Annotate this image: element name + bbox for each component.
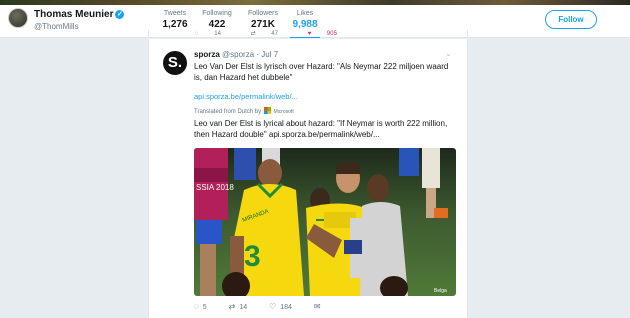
like-action[interactable]: ♡ 184 bbox=[269, 302, 292, 311]
photo-credit: Belga bbox=[434, 288, 447, 294]
message-action[interactable]: ✉ bbox=[314, 302, 325, 311]
tweet-photo[interactable]: SSIA 2018 MIRANDA 3 Belga bbox=[194, 148, 456, 296]
heart-icon: ♥ bbox=[307, 31, 313, 37]
retweet-icon: ⇄ bbox=[228, 302, 236, 311]
prev-reply-count: 14 bbox=[214, 31, 221, 37]
stat-label: Followers bbox=[248, 10, 278, 17]
translation-attribution: Translated from Dutch by Microsoft bbox=[194, 107, 294, 115]
tweet-author-handle: @sporza bbox=[222, 50, 255, 59]
reply-count: 5 bbox=[202, 304, 207, 311]
chevron-down-icon[interactable]: ⌄ bbox=[445, 49, 452, 58]
heart-icon: ♡ bbox=[269, 302, 277, 311]
prev-like-action[interactable]: ♥ 905 bbox=[308, 31, 351, 37]
verified-badge-icon: ✓ bbox=[115, 10, 125, 19]
stat-following[interactable]: Following 422 bbox=[200, 10, 234, 30]
jersey-number: 3 bbox=[244, 240, 261, 273]
reply-action[interactable]: ◌ 5 bbox=[194, 302, 207, 311]
stat-label: Tweets bbox=[163, 10, 187, 17]
banner-text: SSIA 2018 bbox=[196, 183, 234, 192]
retweet-icon: ⇄ bbox=[250, 31, 258, 37]
prev-like-count: 905 bbox=[326, 31, 337, 37]
stat-value: 422 bbox=[208, 19, 226, 30]
stat-label: Following bbox=[202, 10, 232, 17]
stat-tweets[interactable]: Tweets 1,276 bbox=[160, 10, 190, 30]
stat-value: 9,988 bbox=[292, 19, 318, 30]
retweet-count: 14 bbox=[239, 304, 248, 311]
prev-retweet-action[interactable]: ⇄ 47 bbox=[251, 31, 292, 37]
retweet-action[interactable]: ⇄ 14 bbox=[229, 302, 248, 311]
envelope-icon: ✉ bbox=[313, 302, 321, 311]
profile-name-text: Thomas Meunier bbox=[34, 9, 114, 20]
follow-button[interactable]: Follow bbox=[545, 10, 597, 29]
tweet-author-name: sporza bbox=[194, 50, 220, 59]
tweet-card[interactable]: S. sporza @sporza · Jul 7 ⌄ Leo Van Der … bbox=[148, 39, 468, 318]
previous-tweet-actions: ◌ 14 ⇄ 47 ♥ 905 bbox=[195, 30, 365, 37]
reply-icon: ◌ bbox=[195, 31, 201, 37]
prev-retweet-count: 47 bbox=[271, 31, 278, 37]
sporza-avatar[interactable]: S. bbox=[163, 51, 187, 75]
stat-value: 1,276 bbox=[162, 19, 188, 30]
tweet-author[interactable]: sporza @sporza · Jul 7 bbox=[194, 50, 278, 59]
stat-value: 271K bbox=[251, 19, 275, 30]
profile-handle: @ThomMills bbox=[34, 22, 79, 31]
prev-reply-action[interactable]: ◌ 14 bbox=[195, 31, 235, 37]
tweet-actions: ◌ 5 ⇄ 14 ♡ 184 ✉ bbox=[194, 302, 345, 311]
translated-from-label: Translated from Dutch by bbox=[194, 109, 262, 115]
profile-name[interactable]: Thomas Meunier ✓ bbox=[34, 9, 125, 20]
stat-followers[interactable]: Followers 271K bbox=[245, 10, 281, 30]
tweet-link[interactable]: api.sporza.be/permalink/web/... bbox=[194, 92, 298, 101]
tweet-text: Leo Van Der Elst is lyrisch over Hazard:… bbox=[194, 62, 449, 82]
like-count: 184 bbox=[280, 304, 292, 311]
translator-name: Microsoft bbox=[273, 109, 294, 115]
stat-label: Likes bbox=[296, 10, 314, 17]
microsoft-logo-icon bbox=[263, 107, 271, 114]
football-players-image: SSIA 2018 MIRANDA 3 Belga bbox=[194, 148, 456, 296]
reply-icon: ◌ bbox=[194, 302, 199, 311]
tweet-date[interactable]: · Jul 7 bbox=[256, 50, 278, 59]
tweet-translation: Leo van Der Elst is lyrical about hazard… bbox=[194, 119, 448, 139]
profile-avatar[interactable] bbox=[8, 8, 28, 28]
